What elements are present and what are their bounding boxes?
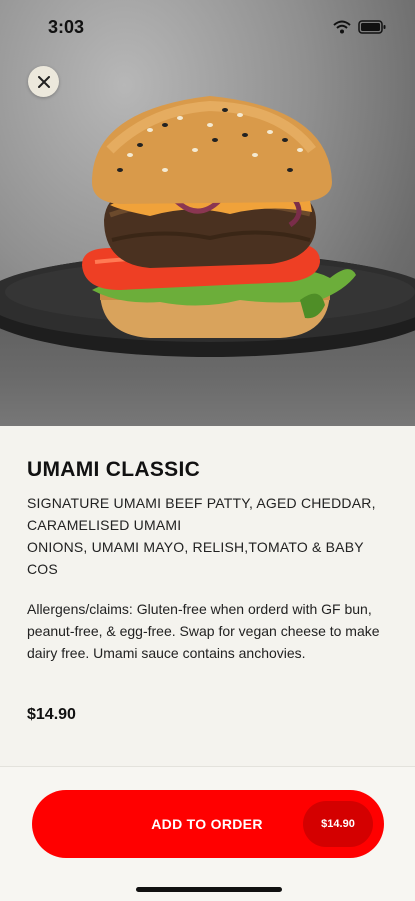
status-time: 3:03	[48, 17, 85, 37]
close-button[interactable]	[28, 66, 59, 97]
item-price: $14.90	[27, 706, 76, 723]
item-description-line1: SIGNATURE UMAMI BEEF PATTY, AGED CHEDDAR…	[27, 495, 376, 533]
item-details: UMAMI CLASSIC SIGNATURE UMAMI BEEF PATTY…	[0, 426, 415, 766]
add-to-order-button[interactable]: ADD TO ORDER $14.90	[32, 790, 384, 858]
status-bar: 3:03	[0, 0, 415, 56]
home-indicator	[136, 887, 282, 892]
bottom-bar: ADD TO ORDER $14.90	[0, 766, 415, 901]
item-name: UMAMI CLASSIC	[27, 458, 201, 481]
item-description-line2: ONIONS, UMAMI MAYO, RELISH,TOMATO & BABY…	[27, 539, 364, 577]
wifi-icon	[333, 20, 351, 34]
burger-photo	[0, 96, 415, 357]
item-description: SIGNATURE UMAMI BEEF PATTY, AGED CHEDDAR…	[27, 492, 387, 580]
close-icon	[37, 75, 50, 88]
item-allergens: Allergens/claims: Gluten-free when order…	[27, 601, 380, 661]
hero-image: 3:03	[0, 0, 415, 426]
battery-icon	[358, 20, 386, 34]
order-price-pill: $14.90	[303, 801, 373, 847]
